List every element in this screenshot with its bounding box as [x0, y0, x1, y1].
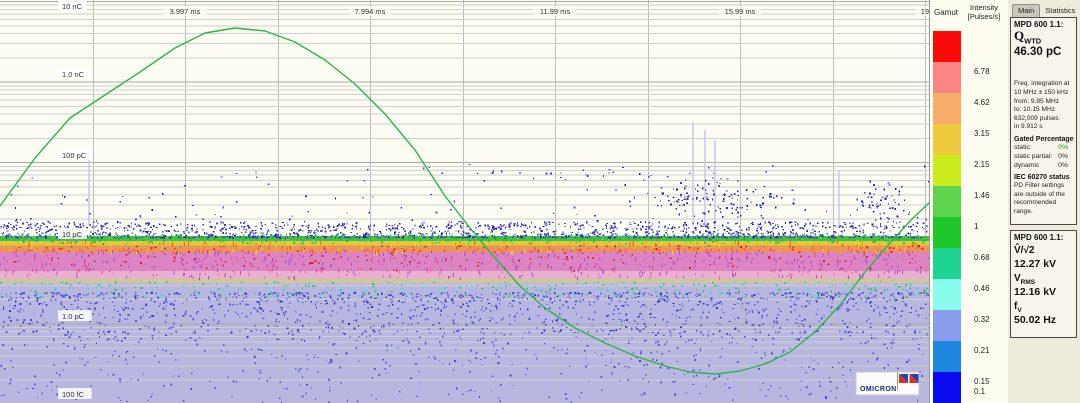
gamut-value: 3.15: [974, 129, 990, 138]
iec-status-title: IEC 60270 status: [1014, 174, 1070, 182]
gamut-value: 6.78: [974, 67, 990, 76]
qwtd-value: 46.30 pC: [1014, 46, 1062, 59]
gamut-swatch: [933, 310, 961, 341]
gamut-swatch: [933, 31, 961, 62]
gamut-value: 0.32: [974, 315, 990, 324]
gamut-title: Gamut: [934, 8, 959, 17]
gamut-value: 4.62: [974, 98, 990, 107]
omicron-logo: OMICRON: [855, 371, 920, 396]
vrms-symbol: VRMS: [1014, 273, 1036, 287]
vpeak-value: 12.27 kV: [1014, 258, 1057, 271]
gated-percentage-title: Gated Percentage: [1014, 135, 1074, 143]
gamut-value: 0.15: [974, 377, 990, 386]
gamut-swatch: [933, 372, 961, 403]
gamut-colorbar: [933, 31, 961, 403]
iec-status-text: PD Filter settings are outside of the re…: [1014, 182, 1065, 216]
gamut-colorbar-panel: Gamut Intensity [Pulses/s] 6.78 4.62 3.15 2…: [930, 0, 1008, 403]
time-axis-label: 7.994 ms: [355, 7, 386, 16]
measurement-sidebar: Main Statistics MPD 600 1.1: QWTD 46.30 …: [1008, 0, 1080, 403]
gamut-value: 1: [974, 222, 979, 231]
charge-measurement-panel: MPD 600 1.1: QWTD 46.30 pC Freq. integra…: [1010, 17, 1077, 225]
gamut-value: 0.46: [974, 284, 990, 293]
time-axis-label: 19.9: [921, 7, 929, 16]
charge-axis-label: 10 pC: [62, 230, 83, 239]
device-title-2: MPD 600 1.1:: [1014, 233, 1064, 242]
voltage-measurement-panel: MPD 600 1.1: V̂/√2 12.27 kV VRMS 12.16 k…: [1010, 230, 1077, 338]
charge-axis-label: 100 pC: [62, 151, 87, 160]
charge-axis-label: 100 fC: [62, 390, 85, 399]
gamut-swatch: [933, 248, 961, 279]
gated-dynamic-row: dynamic 0%: [1014, 162, 1068, 170]
time-axis-label: 3.997 ms: [170, 7, 201, 16]
gamut-value: 0.68: [974, 253, 990, 262]
gated-static-partial-row: static partial: 0%: [1014, 153, 1068, 161]
gamut-value: 2.15: [974, 160, 990, 169]
gamut-swatch: [933, 217, 961, 248]
pd-intensity-plot[interactable]: 10 nC 1.0 nC 100 pC 10 pC 1.0 pC 100 fC 3.997 …: [0, 0, 930, 403]
gamut-swatch: [933, 186, 961, 217]
charge-axis-label: 1.0 nC: [62, 70, 85, 79]
qwtd-symbol: QWTD: [1014, 28, 1042, 46]
freq-symbol: fV: [1014, 301, 1022, 315]
sidebar-tabs: Main Statistics: [1008, 2, 1080, 17]
gamut-value: 1.46: [974, 191, 990, 200]
gamut-swatch: [933, 279, 961, 310]
charge-axis-label: 1.0 pC: [62, 312, 85, 321]
time-axis-label: 15.99 ms: [725, 7, 756, 16]
tab-main[interactable]: Main: [1012, 4, 1041, 17]
gamut-value: 0.21: [974, 346, 990, 355]
gated-static-row: static: 0%: [1014, 143, 1068, 151]
gamut-value: 0.1: [974, 387, 986, 396]
gamut-swatch: [933, 124, 961, 155]
vpeak-symbol: V̂/√2: [1014, 245, 1035, 256]
mpd-measurement-app: 10 nC 1.0 nC 100 pC 10 pC 1.0 pC 100 fC 3.997 …: [0, 0, 1080, 403]
gamut-swatch: [933, 93, 961, 124]
freq-integration-info: Freq. integration at 10 MHz ± 150 kHz from…: [1014, 80, 1070, 131]
gamut-swatch: [933, 155, 961, 186]
gamut-swatch: [933, 341, 961, 372]
time-axis-label: 11.99 ms: [540, 7, 571, 16]
tab-statistics[interactable]: Statistics: [1040, 5, 1080, 17]
vrms-value: 12.16 kV: [1014, 286, 1057, 299]
charge-axis-label: 10 nC: [62, 2, 83, 11]
freq-value: 50.02 Hz: [1014, 314, 1057, 327]
intensity-axis-label: Intensity [Pulses/s]: [967, 3, 1001, 22]
gamut-swatch: [933, 62, 961, 93]
plot-canvas[interactable]: 10 nC 1.0 nC 100 pC 10 pC 1.0 pC 100 fC 3.997 …: [0, 0, 929, 403]
